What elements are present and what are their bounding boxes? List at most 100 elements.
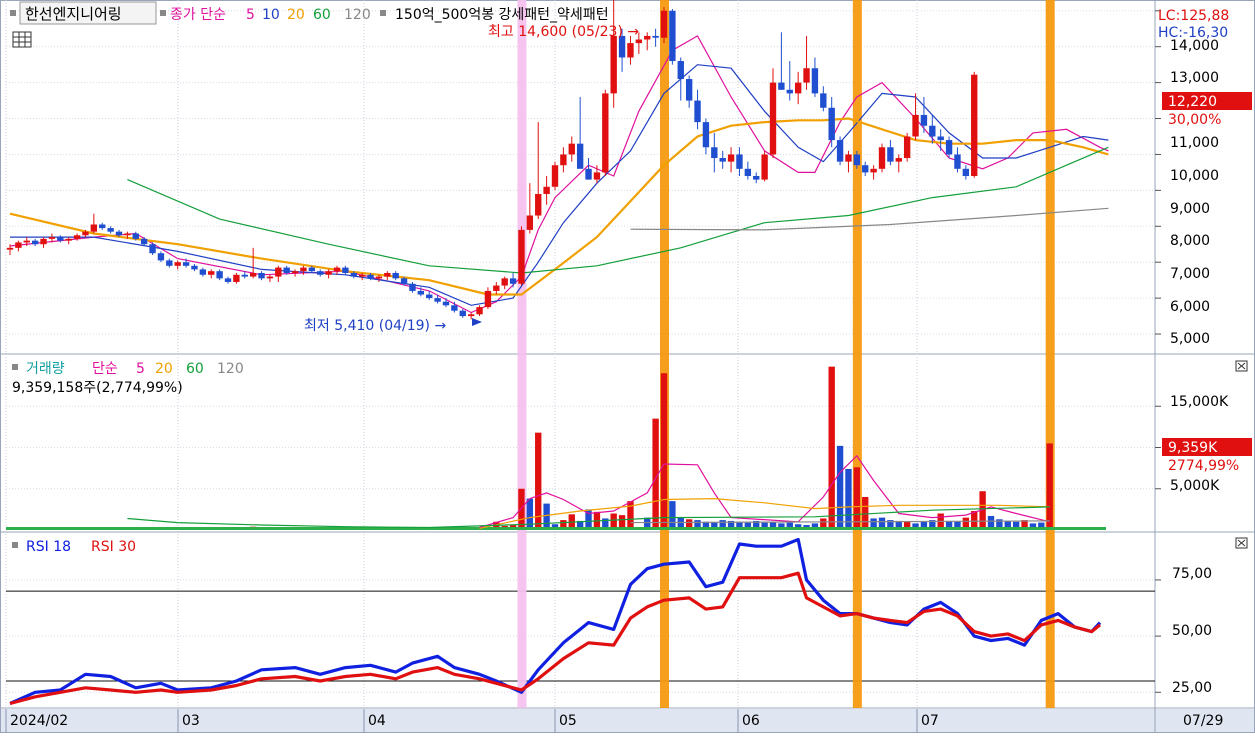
candle-body (384, 272, 391, 277)
candle-body (711, 147, 718, 159)
candle-body (602, 93, 609, 173)
candle-body (535, 193, 542, 216)
candle-body (526, 215, 534, 230)
candle-body (870, 168, 877, 173)
signal-highlight-bar (1045, 0, 1055, 708)
candle-body (283, 267, 290, 273)
candle-body (702, 122, 710, 148)
volume-bar (543, 503, 550, 530)
candle-body (811, 68, 819, 94)
candle-body (409, 283, 416, 291)
candle-body (694, 100, 701, 123)
price-tick-14000: 14,000 (1170, 38, 1219, 54)
x-label-07: 07 (921, 713, 939, 729)
x-label-05: 05 (559, 713, 577, 729)
volume-close-icon[interactable] (1235, 360, 1248, 372)
volume-tick-5000k: 5,000K (1170, 478, 1220, 494)
candle-body (635, 39, 643, 44)
rsi-tick-75: 75,00 (1172, 566, 1212, 582)
candle-body (249, 272, 257, 277)
stock-chart-svg: 한선엔지니어링 종가 단순 5 10 20 60 120 150억_500억봉 … (0, 0, 1255, 733)
candle-body (509, 278, 517, 284)
candle-body (585, 168, 592, 180)
candle-body (610, 35, 617, 94)
current-price-tag: 12,220 (1168, 94, 1217, 110)
price-tick-5000: 5,000 (1170, 331, 1210, 347)
volume-bar (669, 501, 676, 530)
candle-body (241, 274, 248, 277)
volume-bar (828, 366, 835, 530)
candle-body (199, 269, 207, 275)
candle-body (115, 231, 123, 236)
x-label-04: 04 (368, 713, 386, 729)
candle-body (300, 267, 307, 272)
volume-bar (845, 468, 852, 530)
candle-body (233, 274, 240, 282)
candle-body (878, 147, 886, 169)
candle-body (576, 143, 584, 169)
candle-body (99, 224, 106, 229)
candle-body (794, 82, 802, 94)
candle-body (149, 244, 156, 254)
volume-baseline (6, 527, 1106, 530)
candle-body (308, 267, 316, 272)
candle-body (660, 10, 668, 38)
candle-body (803, 68, 810, 83)
rsi-tick-25: 25,00 (1172, 680, 1212, 696)
candle-body (459, 310, 466, 317)
candle-body (400, 278, 408, 284)
price-tick-10000: 10,000 (1170, 168, 1219, 184)
legend-bullet (160, 10, 166, 16)
price-tick-9000: 9,000 (1170, 201, 1210, 217)
x-label-06: 06 (742, 713, 760, 729)
candle-body (669, 10, 676, 62)
volume-bar (853, 467, 861, 530)
x-last-date: 07/29 (1183, 713, 1223, 729)
candle-body (962, 168, 970, 176)
candle-body (65, 238, 72, 241)
candle-body (685, 79, 693, 101)
ma-period-10: 10 (262, 7, 280, 23)
candle-body (929, 125, 936, 137)
candle-body (224, 278, 232, 282)
candle-body (493, 285, 500, 291)
stock-name[interactable]: 한선엔지니어링 (25, 5, 122, 23)
candle-body (442, 301, 450, 306)
volume-ma-60: 60 (186, 361, 204, 377)
signal-highlight-bar (852, 0, 862, 708)
candle-body (174, 262, 181, 266)
price-tick-7000: 7,000 (1170, 266, 1210, 282)
volume-ma-5: 5 (136, 361, 145, 377)
candle-body (568, 143, 575, 155)
candle-body (476, 307, 483, 315)
high-annotation: 최고 14,600 (05/23) → (488, 24, 639, 40)
volume-current-tag: 9,359K (1168, 440, 1218, 456)
rsi-close-icon[interactable] (1235, 537, 1248, 549)
lc-value: LC:125,88 (1158, 8, 1229, 24)
candle-body (434, 298, 441, 302)
candle-body (677, 61, 684, 80)
candle-body (40, 238, 47, 245)
table-view-icon[interactable] (12, 31, 32, 48)
candle-body (258, 272, 265, 279)
candle-body (954, 154, 961, 169)
legend-bullet (380, 10, 386, 16)
low-annotation: 최저 5,410 (04/19) → (304, 318, 446, 334)
candle-body (845, 154, 852, 162)
candle-body (627, 43, 634, 58)
candle-body (208, 271, 215, 275)
candle-body (451, 305, 458, 311)
candle-body (90, 224, 98, 232)
candle-body (887, 147, 894, 162)
candle-body (358, 274, 366, 277)
candle-body (124, 233, 131, 236)
candle-body (862, 165, 869, 173)
candle-body (501, 278, 508, 286)
volume-current-pct: 2774,99% (1168, 458, 1239, 474)
candle-body (325, 271, 332, 275)
price-tick-11000: 11,000 (1170, 135, 1219, 151)
candle-body (6, 247, 14, 250)
candle-body (820, 93, 827, 108)
candle-body (333, 267, 341, 272)
candle-body (375, 276, 383, 279)
